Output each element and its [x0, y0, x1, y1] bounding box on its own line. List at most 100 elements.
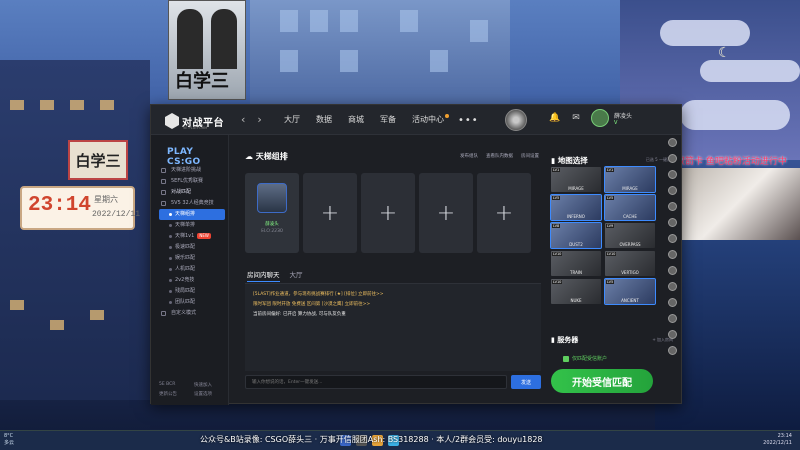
- sidebar-item[interactable]: 天梯1v1 NEW: [159, 231, 225, 242]
- map-card[interactable]: LV9 OVERPASS: [605, 223, 655, 248]
- map-card[interactable]: LV10 VERTIGO: [605, 251, 655, 276]
- nav-lobby[interactable]: 大厅: [276, 105, 308, 135]
- map-section-title: ▮ 地图选择: [551, 156, 588, 165]
- map-card[interactable]: LV8 DUST2: [550, 222, 602, 249]
- message-icon[interactable]: ✉: [572, 113, 580, 123]
- chat-tabs: 房间内聊天 大厅: [247, 269, 303, 282]
- map-card[interactable]: LV1 MIRAGE: [604, 166, 656, 193]
- app-shortcut-icon[interactable]: [668, 330, 677, 339]
- sidebar-footer-notes[interactable]: 更新公告: [159, 391, 190, 397]
- chat-input[interactable]: [245, 375, 507, 389]
- map-card[interactable]: LV5 INFERNO: [550, 194, 602, 221]
- app-shortcut-icon[interactable]: [668, 218, 677, 227]
- sidebar-item[interactable]: 对战匹配: [159, 187, 225, 198]
- checkbox-label: 仅匹配受信账户: [572, 356, 608, 362]
- send-button[interactable]: 发送: [511, 375, 541, 389]
- sidebar-item-label: 天梯1v1: [175, 233, 195, 239]
- menu-item-icon: [161, 201, 166, 206]
- team-data-button[interactable]: 查看队内数据: [486, 153, 513, 159]
- sidebar-item[interactable]: 团队匹配: [159, 297, 225, 308]
- map-level: LV9: [606, 224, 615, 228]
- app-shortcut-icon[interactable]: [668, 154, 677, 163]
- sidebar-item[interactable]: 天梯单排: [159, 220, 225, 231]
- room-settings-button[interactable]: 房间设置: [521, 153, 539, 159]
- app-shortcut-icon[interactable]: [668, 170, 677, 179]
- map-card[interactable]: LV10 TRAIN: [551, 251, 601, 276]
- sidebar-item[interactable]: 自定义模式: [159, 308, 225, 319]
- sidebar-item[interactable]: 残局匹配: [159, 286, 225, 297]
- nav-events[interactable]: 活动中心: [404, 105, 452, 135]
- app-shortcut-icon[interactable]: [668, 346, 677, 355]
- sidebar-item[interactable]: 2v2竞技: [159, 275, 225, 286]
- publish-team-button[interactable]: 发布组队: [460, 153, 478, 159]
- nav-stats[interactable]: 数据: [308, 105, 340, 135]
- app-shortcut-icon[interactable]: [668, 282, 677, 291]
- sidebar-item[interactable]: 天梯组排: [159, 209, 225, 220]
- new-badge: NEW: [197, 233, 211, 239]
- empty-slot-plus-icon[interactable]: +: [477, 173, 531, 253]
- sidebar-item[interactable]: 天梯进阶挑战: [159, 165, 225, 176]
- map-name: OVERPASS: [619, 242, 641, 247]
- chat-message: 当前房间偏好: 已开启 算力协战, 可与队友负重: [253, 312, 346, 317]
- map-card[interactable]: LV1 MIRAGE: [551, 167, 601, 192]
- empty-slot-plus-icon[interactable]: +: [419, 173, 473, 253]
- sidebar-item[interactable]: 人机匹配: [159, 264, 225, 275]
- sidebar-item[interactable]: 5V5 32人经典竞技: [159, 198, 225, 209]
- nav-armory[interactable]: 军备: [372, 105, 404, 135]
- start-match-button[interactable]: 开始受信匹配: [551, 369, 653, 393]
- user-profile[interactable]: 薛凌头 V: [591, 109, 632, 127]
- map-level: LV5: [606, 196, 615, 200]
- sidebar-item[interactable]: 5EFL优秀联赛: [159, 176, 225, 187]
- app-shortcut-icon[interactable]: [668, 314, 677, 323]
- room-actions: 发布组队 查看队内数据 房间设置: [460, 153, 539, 159]
- map-card[interactable]: LV5 ANCIENT: [604, 278, 656, 305]
- top-bar: 对战平台 5E PLATFORM ‹ › 大厅 数据 商城 军备 活动中心 ••…: [151, 105, 681, 135]
- map-level: LV8: [552, 224, 561, 228]
- cloud: [700, 60, 800, 82]
- shield-logo-icon: [165, 113, 179, 129]
- player-slot[interactable]: 薛凌头 ELO:2230: [245, 173, 299, 253]
- map-card[interactable]: LV5 CACHE: [604, 194, 656, 221]
- rank-badge-icon[interactable]: [505, 109, 527, 131]
- app-shortcut-icon[interactable]: [668, 298, 677, 307]
- sidebar-list: 天梯进阶挑战 5EFL优秀联赛 对战匹配 5V5 32人经典竞技 天梯组排 天梯单排 天梯1…: [159, 165, 225, 319]
- app-shortcut-icon[interactable]: [668, 138, 677, 147]
- bell-icon[interactable]: 🔔: [549, 113, 560, 123]
- app-logo[interactable]: 对战平台 5E PLATFORM: [165, 111, 224, 131]
- more-icon[interactable]: •••: [452, 115, 485, 126]
- tab-lobby-chat[interactable]: 大厅: [290, 269, 303, 282]
- map-name: MIRAGE: [568, 186, 584, 191]
- stream-ticker: 公众号&B站录像: CSGO薛头三 · 万事开信服团Ash: BS318288 …: [200, 435, 543, 444]
- sidebar-item[interactable]: 极速匹配: [159, 242, 225, 253]
- tab-room-chat[interactable]: 房间内聊天: [247, 269, 280, 282]
- app-shortcut-icon[interactable]: [668, 202, 677, 211]
- forward-arrow-icon[interactable]: ›: [257, 113, 261, 126]
- sidebar-footer-bcr[interactable]: 5E BCR: [159, 382, 190, 388]
- sidebar-footer-quick-join[interactable]: 快速加入: [194, 382, 225, 388]
- menu-item-icon: [161, 168, 166, 173]
- moon-icon: ☾: [718, 45, 731, 61]
- back-arrow-icon[interactable]: ‹: [241, 113, 245, 126]
- map-level: LV1: [552, 168, 561, 172]
- chat-message: 限时军团 限时开放 免费送 区间第 [沙漠之鹰] 立即前往>>: [253, 302, 371, 307]
- user-level: V: [614, 119, 618, 126]
- user-name: 薛凌头: [614, 112, 633, 120]
- nav-shop[interactable]: 商城: [340, 105, 372, 135]
- sidebar-item-label: 娱乐匹配: [175, 255, 196, 261]
- system-clock[interactable]: 23:14 2022/12/11: [763, 433, 792, 447]
- app-shortcut-icon[interactable]: [668, 186, 677, 195]
- sidebar-footer-settings[interactable]: 设置选项: [194, 391, 225, 397]
- app-shortcut-icon[interactable]: [668, 250, 677, 259]
- app-shortcut-icon[interactable]: [668, 266, 677, 275]
- empty-slot-plus-icon[interactable]: +: [303, 173, 357, 253]
- empty-slot-plus-icon[interactable]: +: [361, 173, 415, 253]
- platform-window: 对战平台 5E PLATFORM ‹ › 大厅 数据 商城 军备 活动中心 ••…: [150, 104, 682, 405]
- sidebar-item-label: 2v2竞技: [175, 277, 195, 283]
- map-card[interactable]: LV10 NUKE: [551, 279, 601, 304]
- room-panel: ☁ 天梯组排 发布组队 查看队内数据 房间设置 薛凌头 ELO:2230 + +…: [237, 141, 547, 399]
- map-name: MIRAGE: [622, 186, 638, 191]
- trusted-only-checkbox[interactable]: 仅匹配受信账户: [563, 355, 607, 362]
- weather-widget[interactable]: 8°C 多云: [4, 433, 14, 447]
- sidebar-item[interactable]: 娱乐匹配: [159, 253, 225, 264]
- app-shortcut-icon[interactable]: [668, 234, 677, 243]
